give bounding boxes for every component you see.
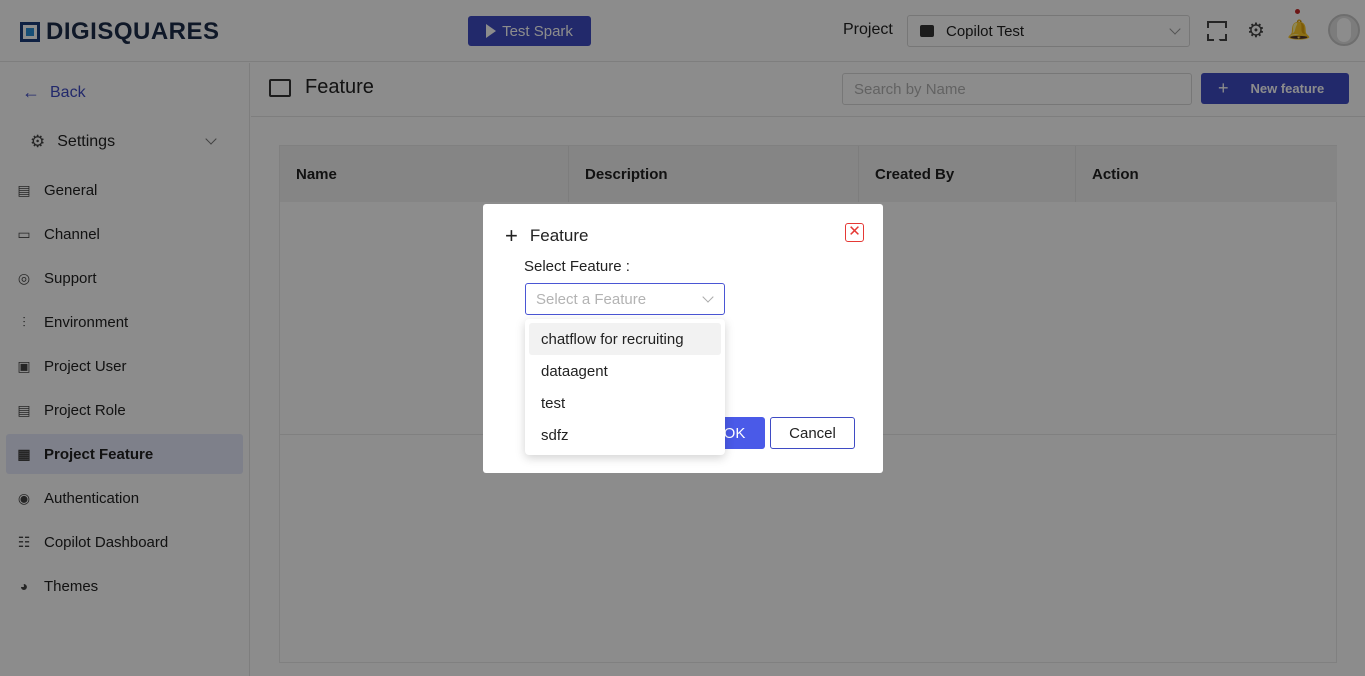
select-feature-label: Select Feature : [524, 258, 630, 275]
dropdown-option[interactable]: sdfz [529, 419, 721, 451]
modal-title-text: Feature [529, 226, 589, 245]
dropdown-option[interactable]: dataagent [529, 355, 721, 387]
chevron-down-icon [702, 291, 714, 303]
plus-icon: + [505, 223, 518, 248]
cancel-button[interactable]: Cancel [770, 417, 855, 449]
feature-dropdown: chatflow for recruiting dataagent test sdfz [525, 319, 725, 455]
modal-title: + Feature [505, 223, 589, 248]
dropdown-option[interactable]: chatflow for recruiting [529, 323, 721, 355]
feature-select-placeholder: Select a Feature [536, 290, 647, 308]
close-icon[interactable]: ✕ [845, 223, 864, 242]
dropdown-option[interactable]: test [529, 387, 721, 419]
feature-select[interactable]: Select a Feature [525, 283, 725, 315]
